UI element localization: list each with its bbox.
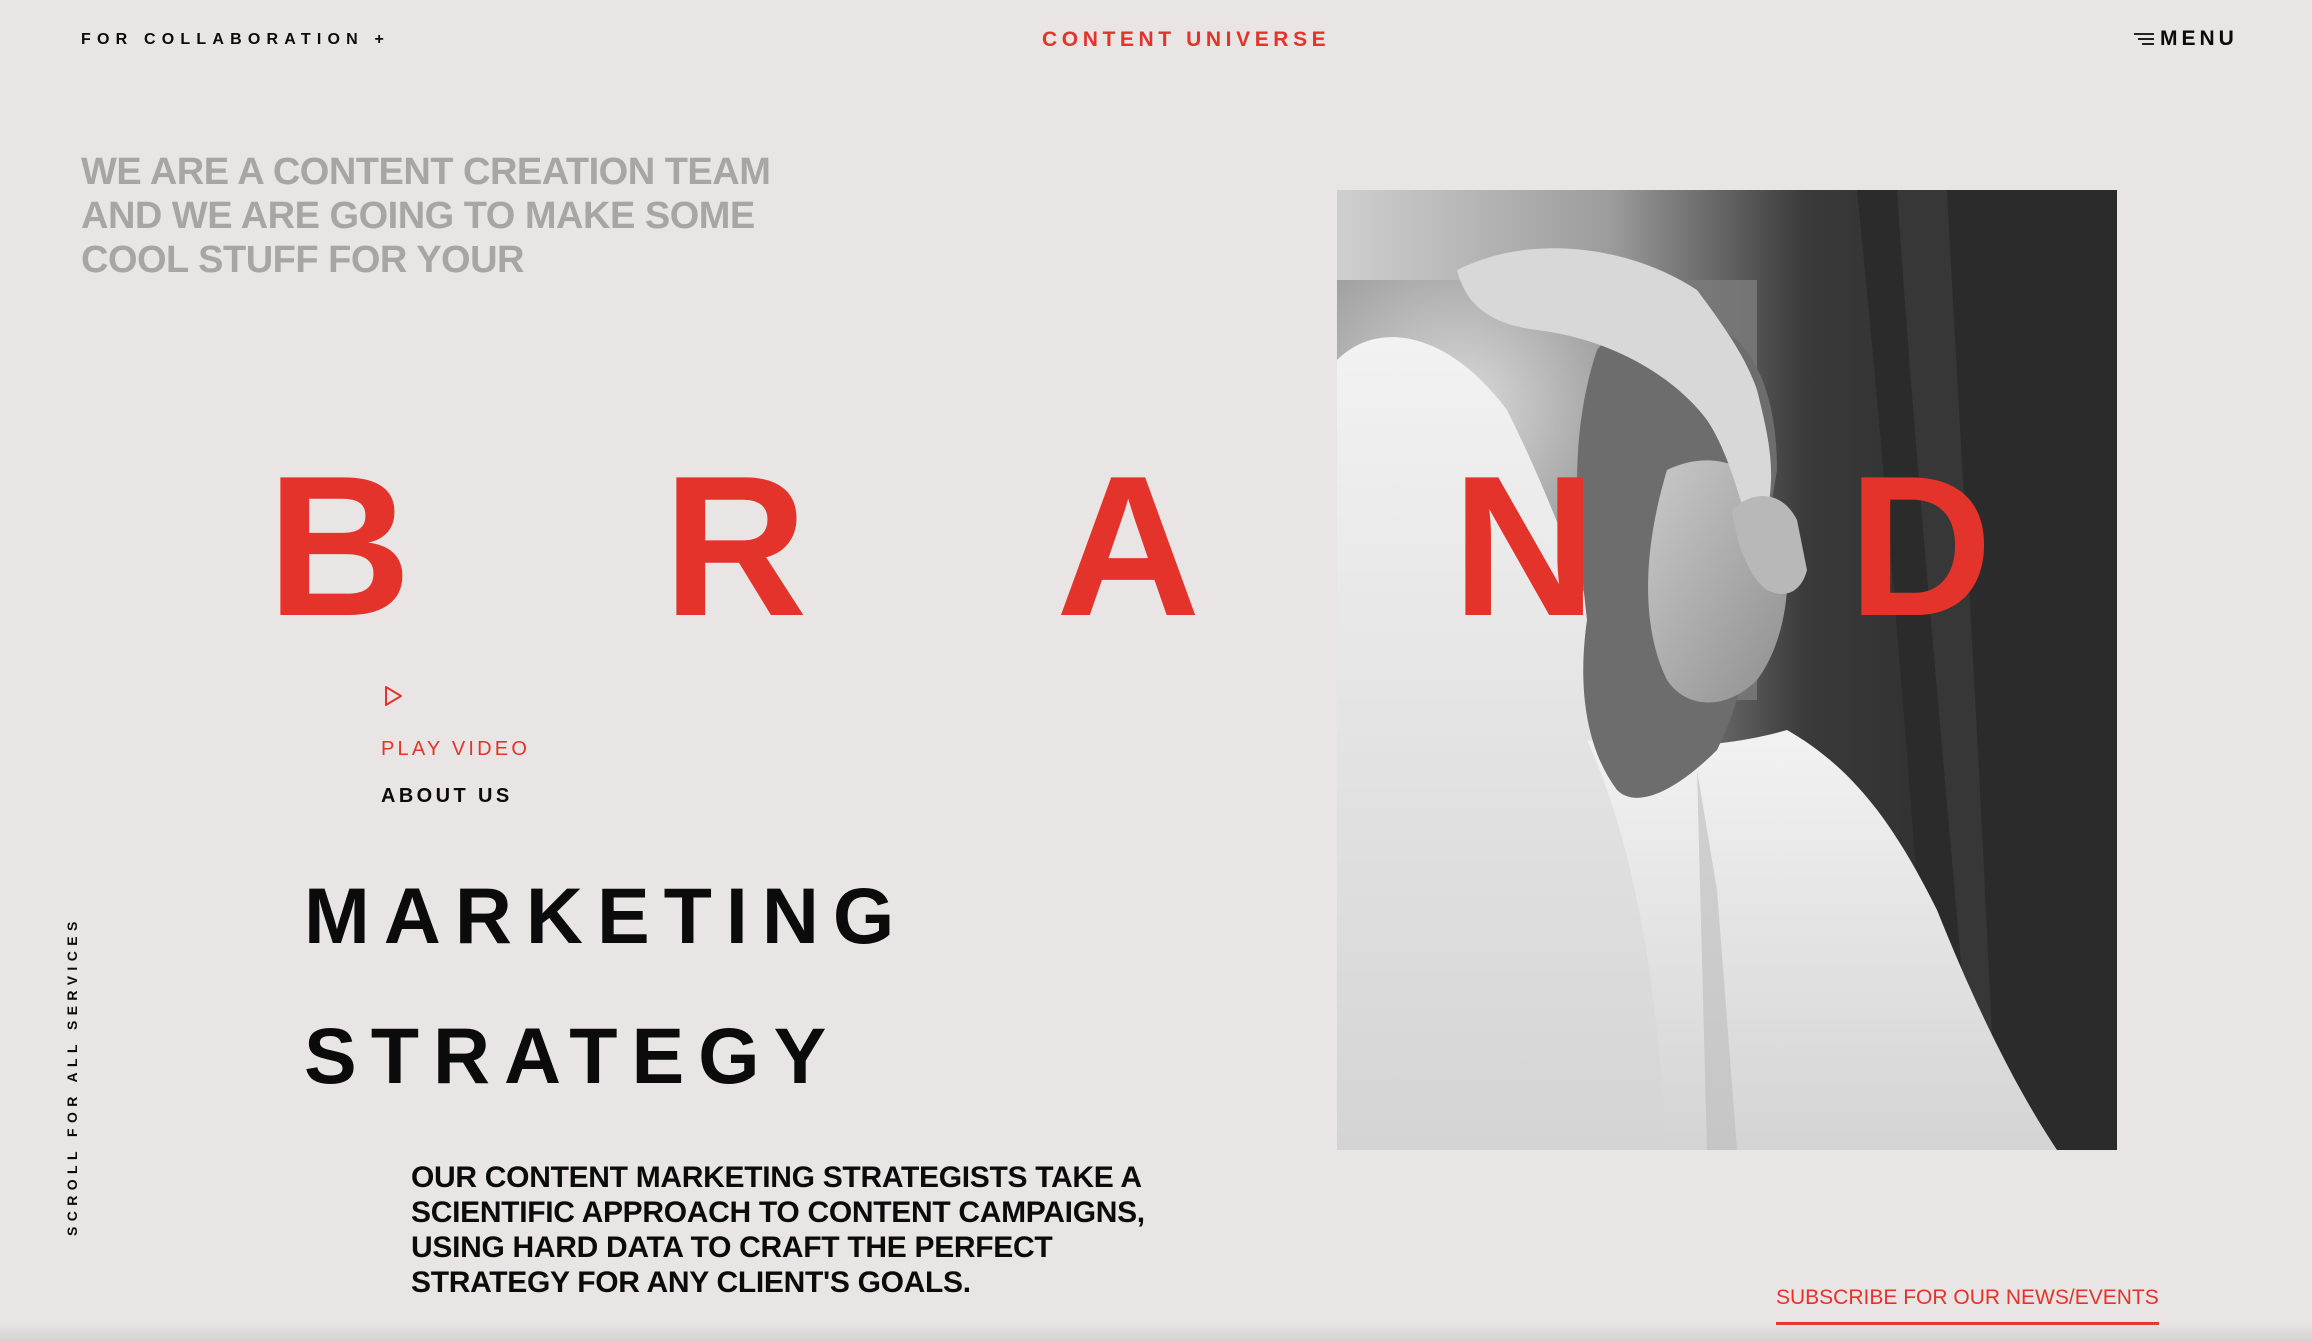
brand-letter-r: R — [663, 435, 808, 658]
intro-text: WE ARE A CONTENT CREATION TEAM AND WE AR… — [81, 151, 771, 281]
brand-letter-n: N — [1452, 435, 1597, 658]
brand-letter-d: D — [1848, 435, 1993, 658]
subscribe-link[interactable]: SUBSCRIBE FOR OUR NEWS/EVENTS — [1776, 1286, 2159, 1325]
about-us-link[interactable]: ABOUT US — [381, 785, 513, 808]
menu-button[interactable]: MENU — [2134, 27, 2238, 51]
scroll-hint-label: SCROLL FOR ALL SERVICES — [64, 916, 80, 1236]
play-video-link[interactable]: PLAY VIDEO — [381, 738, 530, 761]
headline-line-2: STRATEGY — [304, 1011, 841, 1100]
scroll-hint: SCROLL FOR ALL SERVICES — [62, 912, 86, 1236]
service-description: OUR CONTENT MARKETING STRATEGISTS TAKE A… — [411, 1161, 1145, 1299]
hero-photo-illustration — [1337, 190, 2117, 1150]
headline-line-1: MARKETING — [304, 871, 909, 960]
play-icon[interactable] — [382, 685, 404, 707]
menu-label: MENU — [2160, 27, 2238, 50]
collaboration-link[interactable]: FOR COLLABORATION + — [81, 31, 390, 49]
brand-letter-a: A — [1056, 435, 1201, 658]
hero-photo — [1337, 190, 2117, 1150]
menu-lines-icon — [2134, 33, 2154, 45]
site-logo-title[interactable]: CONTENT UNIVERSE — [1042, 28, 1330, 52]
brand-letter-b: B — [267, 435, 412, 658]
bottom-edge-shade — [0, 1322, 2312, 1342]
